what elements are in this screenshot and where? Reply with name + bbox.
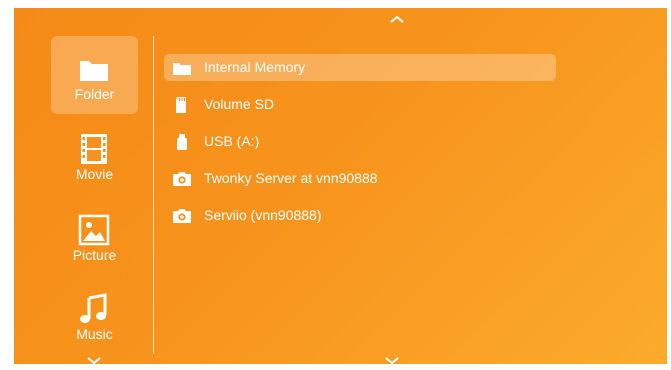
music-note-icon: [80, 293, 107, 323]
picture-icon: [78, 214, 110, 246]
category-picture[interactable]: Picture: [51, 197, 138, 275]
category-movie-label: Movie: [75, 166, 114, 182]
scroll-up-arrow-icon[interactable]: [384, 12, 410, 26]
source-usb[interactable]: USB (A:): [164, 128, 556, 155]
source-label: Volume SD: [204, 96, 275, 112]
source-serviio[interactable]: Serviio (vnn90888): [164, 202, 556, 229]
source-twonky-server[interactable]: Twonky Server at vnn90888: [164, 165, 556, 192]
category-folder[interactable]: Folder: [51, 36, 138, 114]
sidebar-scroll-down-arrow-icon[interactable]: [81, 354, 107, 364]
category-movie[interactable]: Movie: [51, 116, 138, 194]
divider: [153, 36, 154, 354]
source-label: Serviio (vnn90888): [204, 207, 322, 223]
source-label: Twonky Server at vnn90888: [204, 170, 378, 186]
media-browser-screen: Folder Movie Picture Music Internal Memo…: [14, 8, 667, 364]
folder-icon: [173, 63, 191, 75]
media-server-icon: [173, 172, 191, 186]
source-volume-sd[interactable]: Volume SD: [164, 91, 556, 118]
category-music-label: Music: [76, 326, 113, 342]
usb-drive-icon: [177, 134, 187, 150]
media-server-icon: [173, 209, 191, 223]
list-scroll-down-arrow-icon[interactable]: [379, 354, 405, 364]
folder-icon: [80, 61, 108, 81]
category-folder-label: Folder: [74, 86, 115, 102]
film-icon: [81, 134, 107, 164]
category-picture-label: Picture: [72, 247, 117, 263]
source-label: Internal Memory: [204, 59, 306, 75]
source-label: USB (A:): [204, 133, 260, 149]
source-internal-memory[interactable]: Internal Memory: [164, 54, 556, 81]
sd-card-icon: [176, 97, 186, 113]
category-music[interactable]: Music: [51, 276, 138, 354]
